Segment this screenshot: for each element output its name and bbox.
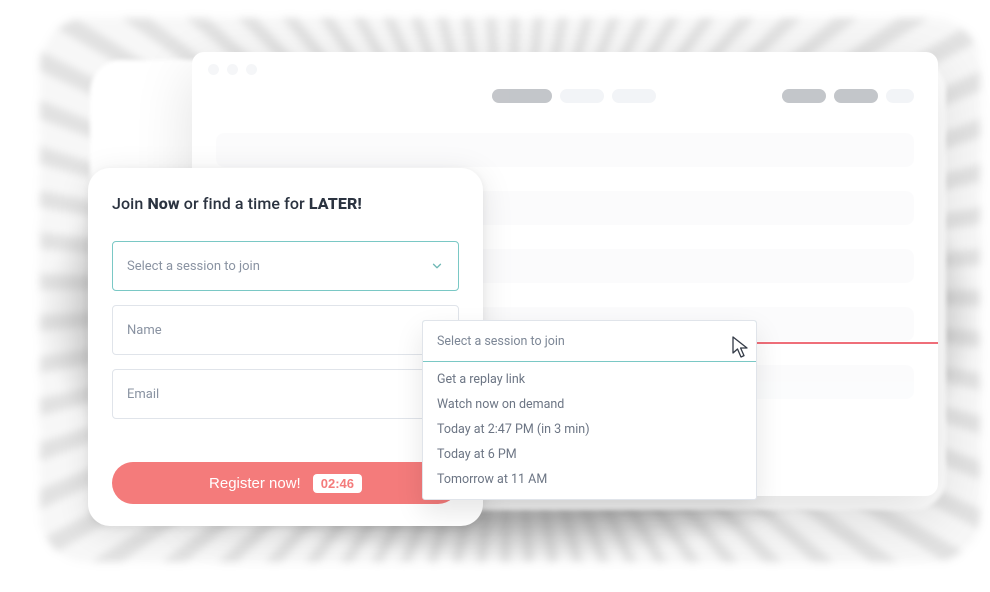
window-traffic-lights [192,52,938,75]
email-field[interactable]: Email [112,369,459,419]
register-button-label: Register now! [209,475,301,492]
chevron-down-icon [430,259,444,273]
session-option[interactable]: Get a replay link [437,372,742,387]
session-option[interactable]: Tomorrow at 11 AM [437,472,742,487]
session-select[interactable]: Select a session to join [112,241,459,291]
title-middle: or find a time for [180,194,309,213]
name-field-placeholder: Name [127,323,162,338]
window-dot [208,64,219,75]
email-field-placeholder: Email [127,387,159,402]
background-tab-strip [192,89,938,103]
register-button[interactable]: Register now! 02:46 [112,462,459,504]
title-later: LATER! [309,194,362,213]
session-option[interactable]: Today at 2:47 PM (in 3 min) [437,422,742,437]
title-now: Now [147,194,179,213]
title-prefix: Join [112,194,147,213]
window-dot [246,64,257,75]
session-option[interactable]: Today at 6 PM [437,447,742,462]
session-dropdown-header[interactable]: Select a session to join [422,320,757,362]
session-select-placeholder: Select a session to join [127,259,260,274]
form-title: Join Now or find a time for LATER! [112,194,459,213]
session-dropdown: Select a session to join Get a replay li… [422,320,757,500]
name-field[interactable]: Name [112,305,459,355]
window-dot [227,64,238,75]
session-dropdown-list: Get a replay link Watch now on demand To… [423,362,756,499]
countdown-badge: 02:46 [313,474,362,493]
session-option[interactable]: Watch now on demand [437,397,742,412]
